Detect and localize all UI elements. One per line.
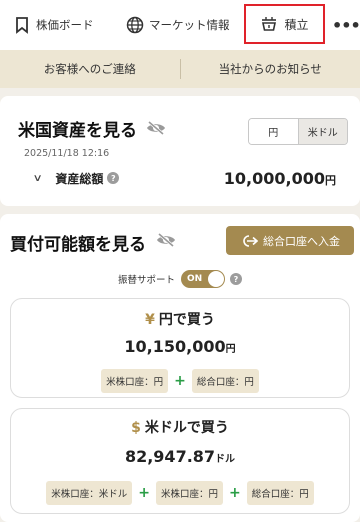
nav-stock-board[interactable]: 株価ボード xyxy=(14,0,94,50)
chip-general-account-jpy: 総合口座：円 xyxy=(191,369,259,393)
eye-slash-icon[interactable] xyxy=(156,232,176,248)
plus-icon: + xyxy=(138,485,150,501)
plus-icon: + xyxy=(174,373,186,389)
help-icon[interactable]: ? xyxy=(107,172,120,184)
nav-stock-board-label: 株価ボード xyxy=(36,18,94,32)
top-nav: 株価ボード マーケット情報 積立 ••• xyxy=(0,0,360,50)
transfer-support-toggle[interactable]: ON xyxy=(181,270,225,288)
transfer-support-row: 振替サポート ON ? xyxy=(0,270,360,288)
buy-in-jpy-amount: 10,150,000円 xyxy=(11,337,349,356)
jpy-amount-unit: 円 xyxy=(225,344,236,355)
total-assets-value: 10,000,000円 xyxy=(224,169,336,188)
toggle-knob xyxy=(208,271,224,287)
eye-slash-icon[interactable] xyxy=(146,120,166,136)
nav-tsumitate-label: 積立 xyxy=(284,17,309,32)
usd-amount-value: 82,947.87 xyxy=(124,447,216,466)
total-assets-row[interactable]: ∨ 資産総額 ? 10,000,000円 xyxy=(33,168,344,188)
buy-in-jpy-box[interactable]: ¥ 円で買う 10,150,000円 米株口座：円 + 総合口座：円 xyxy=(10,298,350,398)
plus-icon: + xyxy=(229,485,241,501)
currency-usd-option[interactable]: 米ドル xyxy=(297,119,347,144)
nav-market-info-label: マーケット情報 xyxy=(149,18,230,32)
total-assets-amount: 10,000,000 xyxy=(223,168,325,188)
buy-in-usd-amount: 82,947.87ドル xyxy=(11,447,349,466)
chevron-down-icon[interactable]: ∨ xyxy=(33,173,43,184)
more-menu-icon[interactable]: ••• xyxy=(332,0,360,50)
buy-in-usd-label: 米ドルで買う xyxy=(144,420,229,436)
dollar-icon: $ xyxy=(131,420,141,436)
buy-in-usd-box[interactable]: $ 米ドルで買う 82,947.87ドル 米株口座：米ドル + 米株口座：円 + … xyxy=(10,408,350,514)
chip-us-account-jpy: 米株口座：円 xyxy=(101,369,169,393)
help-icon[interactable]: ? xyxy=(230,273,242,285)
company-news-link[interactable]: 当社からのお知らせ xyxy=(181,61,360,77)
deposit-button-label: 総合口座へ入金 xyxy=(263,234,340,248)
globe-icon xyxy=(126,16,144,34)
customer-notice-link[interactable]: お客様へのご連絡 xyxy=(0,61,180,77)
transfer-support-label: 振替サポート xyxy=(117,275,175,286)
jpy-source-chips: 米株口座：円 + 総合口座：円 xyxy=(11,369,349,393)
chip-general-account-jpy: 総合口座：円 xyxy=(246,481,314,505)
bookmark-icon xyxy=(16,17,28,34)
total-assets-unit: 円 xyxy=(325,173,336,187)
usd-amount-unit: ドル xyxy=(215,454,236,465)
deposit-button[interactable]: 総合口座へ入金 xyxy=(226,226,354,255)
nav-market-info[interactable]: マーケット情報 xyxy=(126,0,230,50)
chip-us-account-jpy: 米株口座：円 xyxy=(155,481,223,505)
chip-us-account-usd: 米株口座：米ドル xyxy=(46,481,133,505)
buying-power-title: 買付可能額を見る xyxy=(10,235,146,255)
usd-source-chips: 米株口座：米ドル + 米株口座：円 + 総合口座：円 xyxy=(11,481,349,505)
toggle-state-label: ON xyxy=(187,274,203,284)
asset-datetime: 2025/11/18 12:16 xyxy=(24,148,110,159)
buying-power-card: 買付可能額を見る 総合口座へ入金 振替サポート ON ? ¥ 円で買う 10,15… xyxy=(0,214,360,522)
us-assets-card: 米国資産を見る 円 米ドル 2025/11/18 12:16 ∨ 資産総額 ? … xyxy=(0,96,360,206)
savings-pot-icon xyxy=(262,17,277,31)
buy-in-usd-title: $ 米ドルで買う xyxy=(11,417,349,437)
buy-in-jpy-label: 円で買う xyxy=(158,312,215,328)
deposit-arrow-icon xyxy=(243,234,258,247)
currency-toggle: 円 米ドル xyxy=(248,118,348,145)
us-assets-title: 米国資産を見る xyxy=(18,121,137,141)
yen-icon: ¥ xyxy=(145,312,155,328)
currency-jpy-option[interactable]: 円 xyxy=(249,119,298,144)
nav-tsumitate[interactable]: 積立 xyxy=(244,4,325,44)
info-bar: お客様へのご連絡 当社からのお知らせ xyxy=(0,50,360,88)
jpy-amount-value: 10,150,000 xyxy=(124,337,226,356)
total-assets-label: 資産総額 xyxy=(55,171,104,186)
buy-in-jpy-title: ¥ 円で買う xyxy=(11,309,349,329)
